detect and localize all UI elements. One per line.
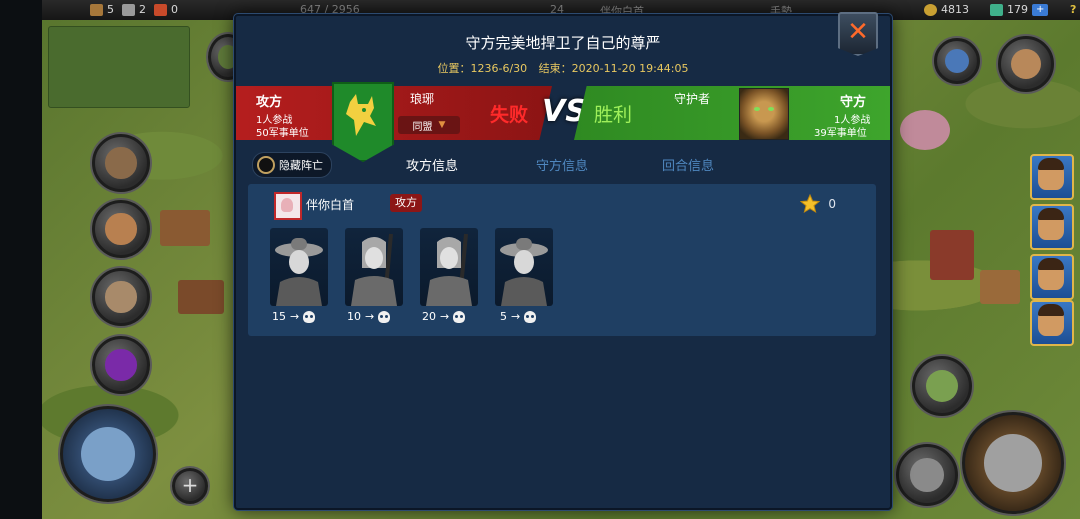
unit-card-hat-soldier[interactable] bbox=[270, 228, 328, 306]
unit-count: 10 → bbox=[347, 310, 391, 323]
chevron-down-icon: ▼ bbox=[438, 120, 446, 130]
defender-name: 守护者 bbox=[674, 92, 711, 106]
unit-count: 5 → bbox=[500, 310, 537, 323]
unit-card-hat-soldier[interactable] bbox=[495, 228, 553, 306]
hero-avatar-icon bbox=[1011, 49, 1041, 79]
resource-gold[interactable]: 4813 bbox=[924, 3, 969, 16]
hero-avatar-button[interactable] bbox=[998, 36, 1054, 92]
hide-dead-toggle[interactable]: 隐藏阵亡 bbox=[252, 152, 332, 178]
house-building bbox=[980, 270, 1020, 304]
defender-result: 胜利 bbox=[594, 104, 633, 126]
star-score: 0 bbox=[800, 194, 836, 214]
defender-portrait bbox=[739, 88, 789, 140]
blossom-tree bbox=[900, 110, 950, 150]
left-screen-edge bbox=[0, 0, 42, 519]
hero-slot-2[interactable] bbox=[1030, 204, 1074, 250]
settings-button[interactable] bbox=[92, 134, 150, 192]
farm-field bbox=[48, 26, 190, 108]
tab-defender-info[interactable]: 守方信息 bbox=[536, 155, 588, 174]
resource-stone[interactable]: 2 bbox=[122, 3, 146, 16]
wood-icon bbox=[90, 3, 103, 16]
hero-slot-4[interactable] bbox=[1030, 300, 1074, 346]
player-avatar[interactable] bbox=[274, 192, 302, 220]
gears-icon bbox=[105, 147, 137, 179]
defender-title: 守方 bbox=[840, 95, 867, 110]
gem-icon bbox=[990, 3, 1003, 16]
unit-count: 20 → bbox=[422, 310, 466, 323]
road-icon bbox=[925, 369, 959, 403]
hammer-icon bbox=[984, 434, 1042, 492]
add-button[interactable]: + bbox=[172, 468, 208, 504]
magic-orb-icon bbox=[105, 349, 137, 381]
jackal-emblem-icon bbox=[346, 94, 376, 136]
alliance-dropdown[interactable]: 同盟 ▼ bbox=[398, 116, 460, 134]
skull-icon bbox=[303, 310, 316, 323]
battle-meta: 位置：1236-6/30 结束：2020-11-20 19:44:05 bbox=[236, 60, 890, 76]
food-icon bbox=[154, 3, 167, 16]
gold-coin-icon bbox=[924, 3, 937, 16]
shovel-icon bbox=[910, 458, 944, 492]
skull-icon bbox=[453, 310, 466, 323]
events-icon bbox=[945, 49, 969, 73]
chest-icon bbox=[105, 281, 137, 313]
tower-building bbox=[930, 230, 974, 280]
battle-location: 位置：1236-6/30 bbox=[437, 62, 528, 75]
alliance-emblem bbox=[332, 82, 394, 162]
tab-attacker-info[interactable]: 攻方信息 bbox=[406, 155, 458, 174]
close-button[interactable]: ✕ bbox=[838, 12, 878, 56]
defender-units: 39军事单位 bbox=[814, 128, 867, 139]
resource-gems[interactable]: 179 + bbox=[990, 3, 1049, 16]
blueprint-icon bbox=[81, 427, 135, 481]
unit-count: 15 → bbox=[272, 310, 316, 323]
stone-icon bbox=[122, 3, 135, 16]
build-hammer-button[interactable] bbox=[962, 412, 1064, 514]
unit-card-spearman[interactable] bbox=[420, 228, 478, 306]
skull-icon bbox=[378, 310, 391, 323]
house-building bbox=[160, 210, 210, 246]
battle-end-time: 结束：2020-11-20 19:44:05 bbox=[538, 62, 689, 75]
attacker-report-panel: 伴你白首 攻方 0 15 → 10 → 20 → 5 → bbox=[248, 184, 876, 336]
resource-food[interactable]: 0 bbox=[154, 3, 178, 16]
attacker-units: 50军事单位 bbox=[256, 128, 309, 139]
attacker-title: 攻方 bbox=[256, 95, 283, 110]
magic-button[interactable] bbox=[92, 336, 150, 394]
advisor-icon bbox=[105, 213, 137, 245]
help-button[interactable]: ? bbox=[1070, 3, 1076, 16]
attacker-result: 失败 bbox=[490, 104, 529, 126]
inventory-button[interactable] bbox=[92, 268, 150, 326]
tab-round-info[interactable]: 回合信息 bbox=[662, 155, 714, 174]
toggle-circle-icon bbox=[257, 156, 275, 174]
dialog-title: 守方完美地捍卫了自己的尊严 bbox=[465, 34, 661, 52]
close-icon: ✕ bbox=[847, 17, 869, 47]
unit-card-spearman[interactable] bbox=[345, 228, 403, 306]
alliance-name: 琅琊 bbox=[410, 92, 435, 106]
spearman-icon bbox=[426, 233, 472, 306]
hat-soldier-icon bbox=[500, 238, 548, 306]
hero-slot-3[interactable] bbox=[1030, 254, 1074, 300]
road-button[interactable] bbox=[912, 356, 972, 416]
house-building bbox=[178, 280, 224, 314]
buy-gems-button[interactable]: + bbox=[1032, 3, 1049, 16]
plus-icon: + bbox=[181, 473, 199, 497]
resource-wood[interactable]: 5 bbox=[90, 3, 114, 16]
role-badge: 攻方 bbox=[390, 194, 422, 212]
shovel-button[interactable] bbox=[896, 444, 958, 506]
player-name: 伴你白首 bbox=[306, 198, 355, 212]
world-map-button[interactable] bbox=[60, 406, 156, 502]
star-icon bbox=[800, 194, 821, 214]
skull-icon bbox=[524, 310, 537, 323]
advisor-button[interactable] bbox=[92, 200, 150, 258]
hero-slot-1[interactable] bbox=[1030, 154, 1074, 200]
hat-soldier-icon bbox=[275, 238, 323, 306]
events-button[interactable] bbox=[934, 38, 980, 84]
battle-report-dialog: 守方完美地捍卫了自己的尊严 位置：1236-6/30 结束：2020-11-20… bbox=[234, 12, 892, 510]
spearman-icon bbox=[351, 233, 397, 306]
